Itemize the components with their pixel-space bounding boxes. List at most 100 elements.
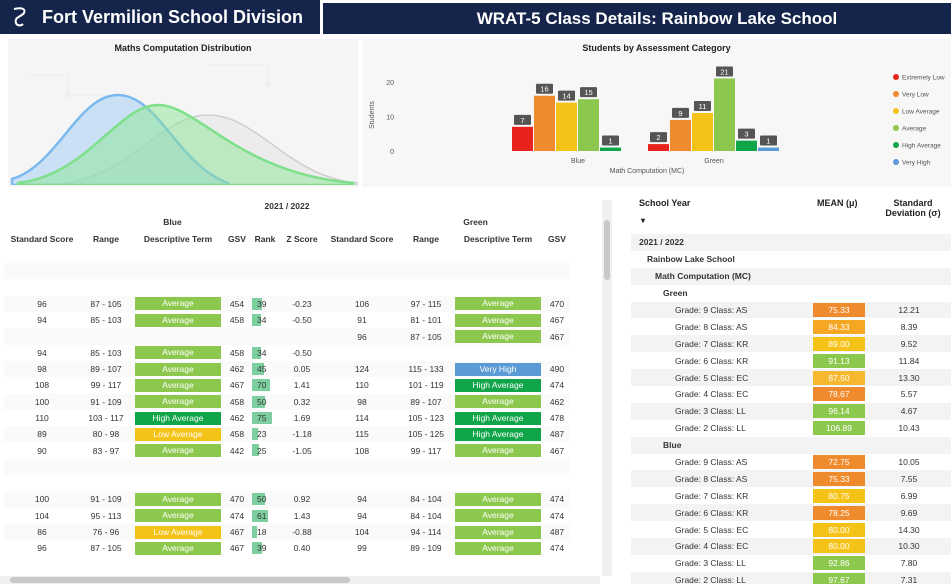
descriptive-term-badge: Average (135, 297, 221, 311)
mean-value: 84.33 (813, 319, 865, 334)
data-label: 15 (584, 88, 592, 97)
column-header[interactable]: Z Score (280, 231, 324, 247)
table-cell: 474 (549, 543, 565, 554)
class-row[interactable]: Grade: 5 Class: EC 87.50 13.30 (631, 369, 951, 387)
class-row[interactable]: Grade: 2 Class: LL 97.67 7.31 (631, 571, 951, 584)
column-header[interactable]: Standard Score (324, 231, 400, 247)
distribution-chart-panel[interactable]: Maths Computation Distribution (8, 39, 358, 187)
table-cell: Low Average (132, 426, 224, 442)
class-row[interactable]: Grade: 8 Class: AS 84.33 8.39 (631, 318, 951, 335)
table-cell (280, 475, 324, 491)
table-cell: 90 (37, 445, 47, 456)
class-row[interactable]: Grade: 7 Class: KR 89.00 9.52 (631, 335, 951, 353)
row-label: Grade: 8 Class: AS (675, 473, 748, 484)
table-cell: 89 - 107 (410, 396, 442, 407)
column-header[interactable]: GSV (544, 231, 570, 247)
table-cell: -0.23 (292, 298, 312, 309)
column-header[interactable]: Rank (250, 231, 280, 247)
row-label: Grade: 2 Class: LL (675, 575, 746, 584)
table-cell (250, 247, 280, 263)
table-cell: -0.50 (292, 347, 312, 358)
category-chart-panel[interactable]: Students by Assessment Category Students… (362, 39, 951, 187)
table-cell: High Average (452, 426, 544, 442)
sort-arrow-icon[interactable]: ▾ (641, 216, 645, 225)
mean-value: 97.67 (813, 573, 865, 584)
column-header[interactable]: GSV (224, 231, 250, 247)
table-horizontal-scrollbar[interactable] (0, 576, 600, 584)
class-row[interactable]: Grade: 3 Class: LL 92.86 7.80 (631, 555, 951, 572)
table-cell (544, 247, 570, 263)
class-row[interactable]: Grade: 9 Class: AS 75.33 12.21 (631, 301, 951, 319)
column-header[interactable]: Descriptive Term (132, 231, 224, 247)
data-label: 11 (699, 102, 707, 111)
data-label: 1 (766, 137, 770, 146)
class-row[interactable]: Grade: 8 Class: AS 75.33 7.55 (631, 470, 951, 488)
row-label: Grade: 4 Class: EC (675, 541, 749, 552)
table-cell (250, 475, 280, 491)
rank-value: 50 (257, 396, 267, 407)
table-cell: 100 (34, 494, 50, 505)
table-cell: 1.69 (293, 413, 311, 423)
table-cell: 83 - 97 (92, 445, 120, 456)
table-cell (324, 263, 400, 279)
class-row[interactable]: Grade: 5 Class: EC 80.00 14.30 (631, 521, 951, 538)
table-vertical-scrollbar[interactable] (602, 200, 612, 576)
wrat-scores-table-panel[interactable]: 2021 / 2022 Blue Green Standard Score Ran… (0, 190, 612, 584)
sd-value: 7.55 (900, 473, 918, 484)
scroll-thumb[interactable] (604, 220, 610, 280)
column-header[interactable]: Descriptive Term (452, 231, 544, 247)
class-row[interactable]: Grade: 6 Class: KR 78.25 9.69 (631, 504, 951, 522)
scroll-thumb-h[interactable] (10, 577, 350, 583)
table-row: 90 83 - 97 Average 442 25 -1.05 108 99 - 117 Ave… (4, 442, 570, 458)
row-label: Green (663, 288, 688, 299)
table-row: 94 85 - 103 Average 458 34 -0.50 (4, 345, 570, 361)
table-cell: Average (132, 394, 224, 410)
table-cell: 70 (250, 377, 280, 393)
sd-value: 9.52 (900, 338, 918, 349)
table-cell (4, 328, 80, 344)
bar-green-2 (692, 113, 713, 151)
class-row[interactable]: Grade: 4 Class: EC 80.00 10.30 (631, 538, 951, 555)
table-row (4, 279, 570, 295)
table-cell: Average (452, 296, 544, 312)
table-cell: 94 - 114 (410, 527, 442, 538)
table-cell: 94 (37, 315, 47, 326)
sd-value: 7.80 (900, 558, 918, 569)
sd-value: 5.57 (900, 389, 918, 400)
table-cell: 442 (229, 445, 245, 456)
table-cell: High Average (132, 410, 224, 426)
rank-value: 70 (257, 380, 267, 391)
subject-row[interactable]: Math Computation (MC) (631, 267, 951, 285)
group-row[interactable]: Blue (631, 436, 951, 454)
class-row[interactable]: Grade: 7 Class: KR 80.75 6.99 (631, 487, 951, 504)
table-row: 104 95 - 113 Average 474 61 1.43 94 84 - 104 Ave… (4, 508, 570, 524)
table-cell (132, 279, 224, 295)
mean-value: 96.14 (813, 404, 865, 419)
group-row[interactable]: Green (631, 285, 951, 302)
table-cell (400, 459, 452, 475)
org-title: Fort Vermilion School Division (42, 6, 304, 27)
mean-value: 106.89 (813, 421, 865, 436)
column-header[interactable]: Range (400, 231, 452, 247)
sd-value: 10.43 (898, 423, 920, 434)
table-cell (544, 459, 570, 475)
column-header[interactable]: Standard Score (4, 231, 80, 247)
class-row[interactable]: Grade: 4 Class: EC 78.67 5.57 (631, 386, 951, 403)
bar-blue-3 (578, 99, 599, 151)
column-header[interactable]: Range (80, 231, 132, 247)
class-stats-table[interactable]: School Year ▾ MEAN (μ) Standard Deviatio… (631, 190, 951, 584)
class-row[interactable]: Grade: 2 Class: LL 106.89 10.43 (631, 420, 951, 437)
table-cell (250, 328, 280, 344)
class-row[interactable]: Grade: 3 Class: LL 96.14 4.67 (631, 402, 951, 420)
year-row[interactable]: 2021 / 2022 (631, 234, 951, 251)
table-cell: 91 (357, 315, 367, 326)
table-cell: 39 (250, 296, 280, 312)
table-cell: 89 - 109 (410, 543, 442, 554)
table-cell: 467 (549, 445, 565, 456)
legend-label: Very Low (902, 92, 929, 99)
table-cell: 87 - 105 (90, 543, 122, 554)
school-row[interactable]: Rainbow Lake School (631, 251, 951, 268)
class-row[interactable]: Grade: 9 Class: AS 72.75 10.05 (631, 454, 951, 471)
class-row[interactable]: Grade: 6 Class: KR 91.13 11.84 (631, 352, 951, 369)
table-cell: 467 (229, 543, 245, 554)
